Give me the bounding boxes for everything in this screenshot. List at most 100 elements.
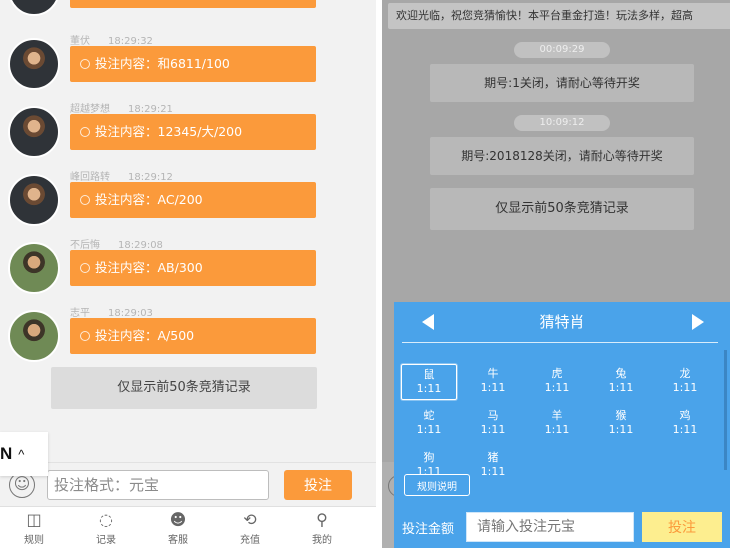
bottom-tab-bar: ◫ 规则 ◌ 记录 ☻ 客服 ⟲ 充值 ⚲ 我的 [0, 506, 376, 548]
amount-input[interactable] [466, 512, 634, 542]
bet-content: 投注内容：和6811/100 [95, 56, 230, 71]
zodiac-option[interactable]: 马 1:11 [465, 406, 521, 442]
bet-bubble: 投注内容：12345/大/200 [70, 114, 316, 150]
tab-records[interactable]: ◌ 记录 [76, 507, 136, 548]
bet-bubble: 投注内容：A/500 [70, 318, 316, 354]
zodiac-animal: 马 [487, 409, 499, 422]
message-meta: 董伏 18:29:32 [70, 32, 153, 47]
zodiac-option[interactable]: 牛 1:11 [465, 364, 521, 400]
book-icon: ◫ [26, 510, 42, 529]
event-time: 10:09:12 [514, 115, 610, 131]
zodiac-odds: 1:11 [544, 423, 570, 436]
system-message: 期号:1关闭，请耐心等待开奖 [430, 64, 694, 102]
clock-icon [80, 331, 90, 341]
zodiac-odds: 1:11 [416, 423, 442, 436]
records-limit-notice: 仅显示前50条竞猜记录 [430, 188, 694, 230]
amount-label: 投注金额 [402, 522, 455, 537]
scrollbar[interactable] [724, 350, 727, 470]
event-time: 00:09:29 [514, 42, 610, 58]
rules-button[interactable]: 规则说明 [404, 474, 470, 496]
header-divider [402, 342, 718, 343]
bet-bubble: 投注内容：AC/200 [70, 182, 316, 218]
tab-label: 我的 [312, 535, 332, 546]
chevron-up-icon: ^ [18, 447, 25, 462]
bet-content: 投注内容：AB/300 [95, 260, 203, 275]
zodiac-animal: 鸡 [679, 409, 691, 422]
tab-recharge[interactable]: ⟲ 充值 [220, 507, 280, 548]
chat-message: 志平 18:29:03 投注内容：A/500 [8, 304, 328, 366]
bet-format-input[interactable] [47, 470, 269, 500]
zodiac-option[interactable]: 蛇 1:11 [401, 406, 457, 442]
zodiac-animal: 兔 [615, 367, 627, 380]
clock-icon [80, 263, 90, 273]
zodiac-option[interactable]: 虎 1:11 [529, 364, 585, 400]
zodiac-option[interactable]: 兔 1:11 [593, 364, 649, 400]
chat-message: 董伏 18:29:32 投注内容：和6811/100 [8, 32, 328, 94]
tab-label: 规则 [24, 535, 44, 546]
zodiac-animal: 牛 [487, 367, 499, 380]
support-icon: ☻ [169, 510, 187, 529]
user-icon: ⚲ [316, 510, 328, 529]
zodiac-header: 猜特肖 [394, 302, 730, 342]
zodiac-option[interactable]: 猴 1:11 [593, 406, 649, 442]
bet-content: 投注内容：AC/200 [95, 192, 203, 207]
bet-bubble [70, 0, 316, 8]
avatar[interactable] [8, 106, 60, 158]
system-message: 期号:2018128关闭，请耐心等待开奖 [430, 137, 694, 175]
zodiac-option[interactable]: 鼠 1:11 [401, 364, 457, 400]
zodiac-odds: 1:11 [416, 382, 442, 395]
avatar[interactable] [8, 242, 60, 294]
avatar[interactable] [8, 0, 60, 16]
records-limit-notice: 仅显示前50条竞猜记录 [51, 367, 317, 409]
zodiac-odds: 1:11 [480, 423, 506, 436]
zodiac-odds: 1:11 [672, 423, 698, 436]
tab-support[interactable]: ☻ 客服 [148, 507, 208, 548]
zodiac-animal: 羊 [551, 409, 563, 422]
arrow-right-icon[interactable] [692, 314, 704, 330]
zodiac-option[interactable]: 鸡 1:11 [657, 406, 713, 442]
zodiac-option[interactable]: 猪 1:11 [465, 448, 521, 484]
chat-message: 峰回路转 18:29:12 投注内容：AC/200 [8, 168, 328, 230]
tab-label: 客服 [168, 535, 188, 546]
chat-panel: 董伏 18:29:32 投注内容：和6811/100 超越梦想 18:29:21 投… [0, 0, 376, 548]
zodiac-animal: 蛇 [423, 409, 435, 422]
clock-icon [80, 195, 90, 205]
zodiac-odds: 1:11 [608, 423, 634, 436]
chat-message: 不后悔 18:29:08 投注内容：AB/300 [8, 236, 328, 298]
zodiac-odds: 1:11 [608, 381, 634, 394]
chat-message-partial [8, 0, 328, 20]
zodiac-animal: 虎 [551, 367, 563, 380]
zodiac-title: 猜特肖 [539, 313, 585, 331]
clock-icon [80, 59, 90, 69]
zodiac-option[interactable]: 龙 1:11 [657, 364, 713, 400]
language-toggle[interactable]: N ^ [0, 432, 48, 476]
chat-message: 超越梦想 18:29:21 投注内容：12345/大/200 [8, 100, 328, 162]
zodiac-bet-button[interactable]: 投注 [642, 512, 722, 542]
zodiac-odds: 1:11 [480, 381, 506, 394]
zodiac-option[interactable]: 羊 1:11 [529, 406, 585, 442]
tab-label: 记录 [96, 535, 116, 546]
tab-rules[interactable]: ◫ 规则 [4, 507, 64, 548]
zodiac-animal: 龙 [679, 367, 691, 380]
language-code: N [0, 444, 13, 463]
avatar[interactable] [8, 174, 60, 226]
avatar[interactable] [8, 310, 60, 362]
zodiac-animal: 猪 [487, 451, 499, 464]
zodiac-odds: 1:11 [544, 381, 570, 394]
bet-content: 投注内容：12345/大/200 [95, 124, 243, 139]
tab-profile[interactable]: ⚲ 我的 [292, 507, 352, 548]
bet-bubble: 投注内容：AB/300 [70, 250, 316, 286]
tab-label: 充值 [240, 535, 260, 546]
chat-input-bar: ☺ 投注 [0, 462, 376, 506]
recharge-icon: ⟲ [243, 510, 257, 529]
bet-button[interactable]: 投注 [284, 470, 352, 500]
zodiac-animal: 狗 [423, 451, 435, 464]
message-meta: 超越梦想 18:29:21 [70, 100, 173, 115]
search-icon: ◌ [99, 510, 113, 529]
bet-content: 投注内容：A/500 [95, 328, 195, 343]
avatar[interactable] [8, 38, 60, 90]
welcome-marquee: 欢迎光临，祝您竞猜愉快！本平台重金打造！玩法多样，超高 [388, 3, 730, 29]
message-meta: 不后悔 18:29:08 [70, 236, 163, 251]
clock-icon [80, 127, 90, 137]
zodiac-bet-panel: 猜特肖 鼠 1:11 牛 1:11 虎 1:11 兔 1:11 龙 1:11 蛇 1:11 马 1:11 羊… [394, 302, 730, 548]
